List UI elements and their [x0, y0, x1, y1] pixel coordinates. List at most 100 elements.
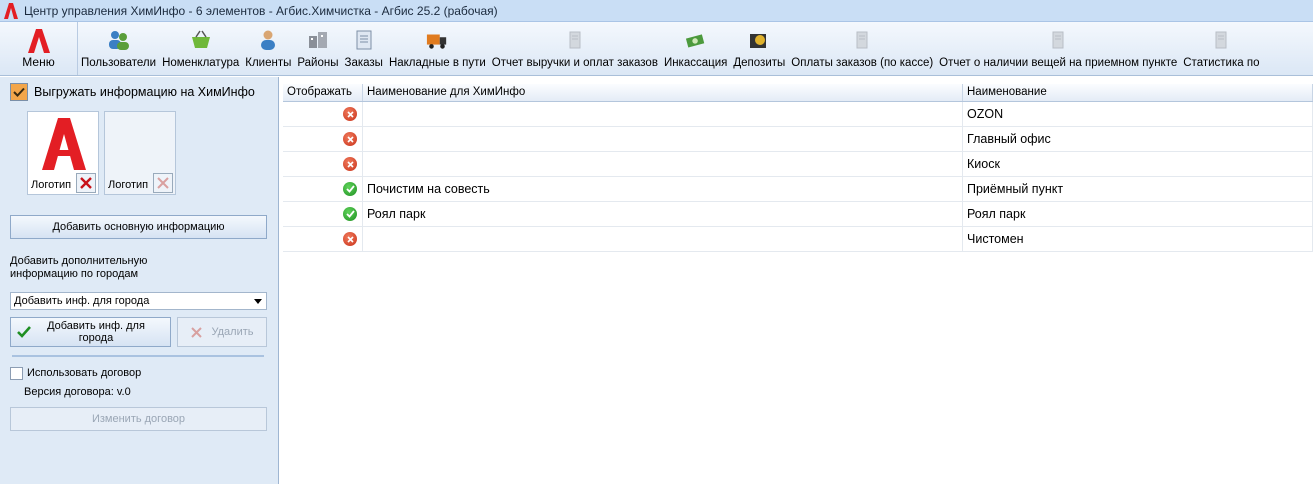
- himinfo-name-cell[interactable]: [363, 152, 963, 176]
- city-select[interactable]: Добавить инф. для города: [10, 292, 267, 310]
- himinfo-name-cell[interactable]: Роял парк: [363, 202, 963, 226]
- delete-logo-button[interactable]: [76, 173, 96, 193]
- company-logo-icon: [42, 118, 86, 170]
- logo-caption: Логотип: [31, 179, 72, 191]
- ribbon-item-label: Депозиты: [733, 56, 786, 69]
- himinfo-name-cell[interactable]: [363, 127, 963, 151]
- display-status-cell[interactable]: [283, 177, 363, 201]
- export-checkbox[interactable]: Выгружать информацию на ХимИнфо: [10, 83, 255, 101]
- ribbon-item-label: Отчет выручки и оплат заказов: [491, 56, 658, 69]
- table-row[interactable]: Роял парк Роял парк: [283, 202, 1313, 227]
- title-bar: Центр управления ХимИнфо - 6 элементов -…: [0, 0, 1313, 22]
- use-contract-checkbox[interactable]: [10, 367, 23, 380]
- ribbon-item-truck[interactable]: Накладные в пути: [386, 22, 489, 75]
- chevron-down-icon: [254, 299, 262, 304]
- delete-button[interactable]: Удалить: [177, 317, 267, 347]
- ribbon-item-report[interactable]: Отчет выручки и оплат заказов: [489, 22, 661, 75]
- display-status-cell[interactable]: [283, 227, 363, 251]
- additional-info-label: Добавить дополнительную информацию по го…: [10, 255, 148, 280]
- ribbon-item-label: Отчет о наличии вещей на приемном пункте: [939, 56, 1178, 69]
- delete-logo-button[interactable]: [153, 173, 173, 193]
- name-cell[interactable]: OZON: [963, 102, 1313, 126]
- ribbon-item-report[interactable]: Оплаты заказов (по кассе): [788, 22, 936, 75]
- close-icon: [157, 177, 169, 189]
- ribbon-item-label: Оплаты заказов (по кассе): [791, 56, 934, 69]
- table-row[interactable]: OZON: [283, 102, 1313, 127]
- add-city-info-label: Добавить инф. для города: [47, 320, 145, 344]
- logo-slot-1[interactable]: Логотип: [27, 111, 99, 195]
- table-row[interactable]: Главный офис: [283, 127, 1313, 152]
- name-cell[interactable]: Киоск: [963, 152, 1313, 176]
- ribbon-item-users[interactable]: Пользователи: [78, 22, 159, 75]
- ribbon-item-report[interactable]: Отчет о наличии вещей на приемном пункте: [936, 22, 1180, 75]
- data-grid: Отображать Наименование для ХимИнфо Наим…: [283, 84, 1313, 484]
- ribbon-item-label: Заказы: [344, 56, 383, 69]
- display-status-cell[interactable]: [283, 202, 363, 226]
- report-icon: [1047, 29, 1069, 51]
- name-cell[interactable]: Главный офис: [963, 127, 1313, 151]
- ribbon-item-deposit[interactable]: Депозиты: [730, 22, 788, 75]
- ribbon-item-client[interactable]: Клиенты: [242, 22, 294, 75]
- cross-icon: [343, 157, 357, 171]
- export-label: Выгружать информацию на ХимИнфо: [34, 85, 255, 99]
- name-cell[interactable]: Приёмный пункт: [963, 177, 1313, 201]
- ribbon-item-report[interactable]: Статистика по: [1180, 22, 1262, 75]
- report-icon: [1210, 29, 1232, 51]
- ribbon-item-orders[interactable]: Заказы: [342, 22, 386, 75]
- checkmark-icon: [17, 326, 31, 338]
- ribbon-item-label: Накладные в пути: [388, 56, 486, 69]
- ribbon-item-label: Клиенты: [245, 56, 292, 69]
- cross-icon: [343, 232, 357, 246]
- use-contract-label: Использовать договор: [27, 367, 142, 379]
- check-icon: [343, 182, 357, 196]
- menu-button[interactable]: Меню: [0, 22, 78, 75]
- app-logo-icon: [2, 2, 20, 20]
- close-icon: [80, 177, 92, 189]
- ribbon-item-label: Номенклатура: [162, 56, 240, 69]
- check-icon: [343, 207, 357, 221]
- change-contract-button[interactable]: Изменить договор: [10, 407, 267, 431]
- cross-icon: [343, 132, 357, 146]
- display-status-cell[interactable]: [283, 127, 363, 151]
- divider: [12, 355, 264, 357]
- basket-icon: [190, 29, 212, 51]
- table-row[interactable]: Почистим на совесть Приёмный пункт: [283, 177, 1313, 202]
- districts-icon: [307, 29, 329, 51]
- column-header-display[interactable]: Отображать: [283, 84, 363, 101]
- app-logo-icon: [27, 28, 50, 53]
- name-cell[interactable]: Роял парк: [963, 202, 1313, 226]
- himinfo-name-cell[interactable]: [363, 227, 963, 251]
- himinfo-name-cell[interactable]: [363, 102, 963, 126]
- left-panel: Выгружать информацию на ХимИнфо Логотип …: [0, 77, 279, 484]
- name-cell[interactable]: Чистомен: [963, 227, 1313, 251]
- grid-header: Отображать Наименование для ХимИнфо Наим…: [283, 84, 1313, 102]
- column-header-himinfo-name[interactable]: Наименование для ХимИнфо: [363, 84, 963, 101]
- himinfo-name-cell[interactable]: Почистим на совесть: [363, 177, 963, 201]
- ribbon-item-label: Пользователи: [81, 56, 157, 69]
- table-row[interactable]: Киоск: [283, 152, 1313, 177]
- ribbon-item-districts[interactable]: Районы: [294, 22, 341, 75]
- display-status-cell[interactable]: [283, 152, 363, 176]
- cross-icon: [343, 107, 357, 121]
- deposit-icon: [748, 29, 770, 51]
- ribbon-item-basket[interactable]: Номенклатура: [159, 22, 242, 75]
- logo-caption: Логотип: [108, 179, 149, 191]
- contract-version-label: Версия договора: v.0: [24, 386, 131, 398]
- table-row[interactable]: Чистомен: [283, 227, 1313, 252]
- report-icon: [851, 29, 873, 51]
- close-icon: [190, 326, 202, 338]
- orders-icon: [353, 29, 375, 51]
- ribbon-item-money[interactable]: Инкассация: [661, 22, 730, 75]
- logo-slot-2[interactable]: Логотип: [104, 111, 176, 195]
- add-main-info-button[interactable]: Добавить основную информацию: [10, 215, 267, 239]
- ribbon-item-label: Статистика по: [1183, 56, 1260, 69]
- checkbox-checked-icon: [10, 83, 28, 101]
- column-header-name[interactable]: Наименование: [963, 84, 1313, 101]
- window-title: Центр управления ХимИнфо - 6 элементов -…: [24, 3, 498, 18]
- city-select-value: Добавить инф. для города: [14, 295, 150, 307]
- display-status-cell[interactable]: [283, 102, 363, 126]
- users-icon: [108, 29, 130, 51]
- delete-label: Удалить: [211, 326, 254, 338]
- add-city-info-button[interactable]: Добавить инф. для города: [10, 317, 171, 347]
- truck-icon: [426, 29, 448, 51]
